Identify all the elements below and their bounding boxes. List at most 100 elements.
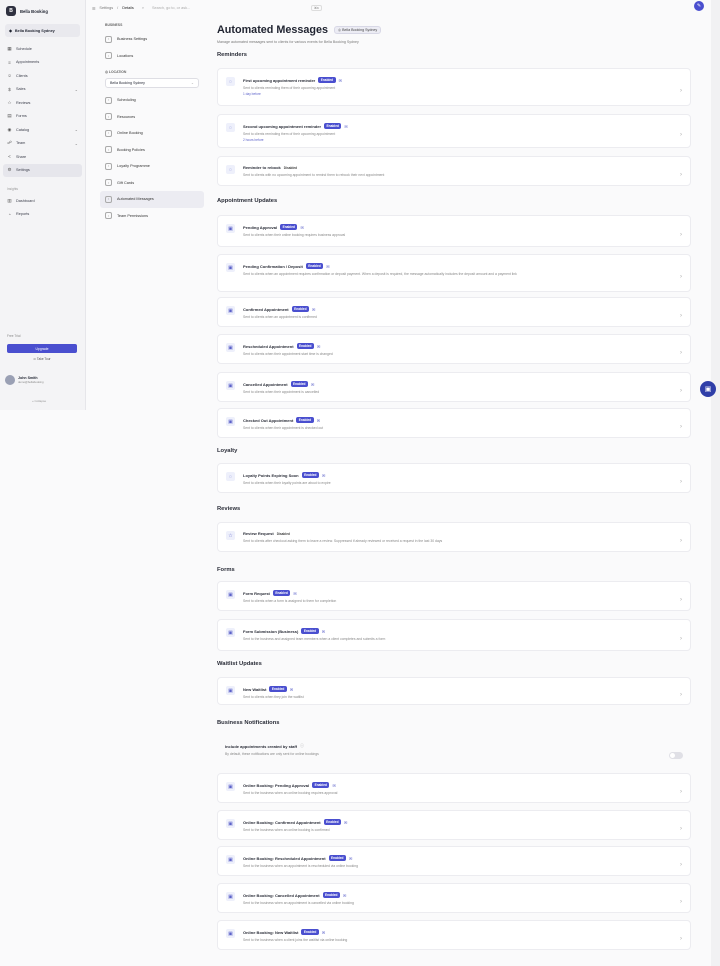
help-chat-icon[interactable]: ▣ (700, 381, 716, 397)
team-icon: ☍ (7, 140, 12, 146)
sidebar-item-label: Share (16, 154, 27, 159)
sidebar-item-share[interactable]: < Share (0, 150, 85, 164)
sidebar-item-reports[interactable]: ◔ Reports (0, 208, 85, 222)
sidebar-item-label: Team (16, 141, 26, 146)
collapse-button[interactable]: « Collapse (32, 399, 46, 403)
message-row[interactable]: ▣ Rescheduled Appointment Enabled ✉ Sent to … (217, 334, 691, 364)
collapse-label: Collapse (34, 399, 47, 403)
sidebar-toggle-icon[interactable]: ☰ (92, 6, 95, 11)
info-icon: ⓘ (300, 743, 305, 748)
chevron-right-icon: › (680, 692, 682, 698)
sidebar-item-schedule[interactable]: ▦ Schedule (0, 42, 85, 56)
subnav-item-gift-cards[interactable]: ▫ Gift Cards (100, 175, 204, 192)
email-icon: ✉ (289, 686, 294, 692)
page-title: Automated Messages ◎ Bella Booking Sydne… (217, 24, 382, 36)
message-body: Form Request Enabled ✉ Sent to clients when… (243, 590, 672, 604)
message-row[interactable]: ▣ Form Request Enabled ✉ Sent to clients whe… (217, 581, 691, 611)
chevron-down-icon: ⌄ (74, 86, 78, 92)
subnav-item-team-permissions[interactable]: ▫ Team Permissions (100, 208, 204, 225)
message-description: Sent to the business when an online book… (243, 827, 330, 832)
search-input[interactable]: Search, go to, or ask... (152, 6, 190, 10)
message-row[interactable]: ▣ Pending Confirmation / Deposit Enabled ✉ S… (217, 254, 691, 292)
subnav-item-loyalty-programme[interactable]: ▫ Loyalty Programme (100, 158, 204, 175)
chevron-right-icon: › (680, 232, 682, 238)
status-badge: Enabled (296, 417, 314, 423)
message-body: Second upcoming appointment reminder Enab… (243, 123, 672, 142)
sidebar-item-sales[interactable]: $ Sales ⌄ (0, 83, 85, 97)
status-badge: Enabled (272, 590, 291, 596)
message-row[interactable]: ▣ Confirmed Appointment Enabled ✉ Sent to cl… (217, 297, 691, 327)
subnav-item-label: Resources (117, 114, 136, 119)
sidebar-item-settings[interactable]: ⚙ Settings (3, 163, 82, 177)
location-items: ▫ Scheduling ▫ Resources ▫ Online Booking ▫ Boo… (100, 92, 204, 224)
sidebar-item-team[interactable]: ☍ Team ⌄ (0, 137, 85, 151)
message-row[interactable]: ▣ Online Booking: Rescheduled Appointment… (217, 846, 691, 876)
sidebar-item-catalog[interactable]: ◉ Catalog ⌄ (0, 123, 85, 137)
message-timing: 2 hours before (243, 138, 264, 142)
page-description: Manage automated messages sent to client… (217, 40, 359, 44)
upgrade-button[interactable]: Upgrade (7, 344, 77, 353)
chevron-right-icon: › (680, 479, 682, 485)
sidebar-item-reviews[interactable]: ☆ Reviews (0, 96, 85, 110)
calendar-icon: ▣ (226, 892, 235, 901)
sidebar-item-clients[interactable]: ☺ Clients (0, 69, 85, 83)
subnav-item-business-settings[interactable]: ▫ Business Settings (100, 31, 204, 48)
message-row[interactable]: ▣ Online Booking: Confirmed Appointment En… (217, 810, 691, 840)
message-row[interactable]: ▣ Cancelled Appointment Enabled ✉ Sent to cl… (217, 372, 691, 402)
subnav-item-icon: ▫ (105, 195, 112, 203)
subnav-item-resources[interactable]: ▫ Resources (100, 109, 204, 126)
user-email: demo@bellabooking (18, 380, 44, 384)
message-row[interactable]: ◌ Reminder to rebook Disabled Sent to clien… (217, 156, 691, 186)
status-badge: Enabled (291, 306, 310, 312)
subnav-item-locations[interactable]: ▫ Locations (100, 48, 204, 65)
subnav-item-icon: ▫ (105, 35, 112, 43)
location-select-value: Bella Booking Sydney (110, 81, 145, 85)
subnav-item-automated-messages[interactable]: ▫ Automated Messages (100, 191, 204, 208)
message-row[interactable]: ◌ Loyalty Points Expiring Soon Enabled ✉ Sen… (217, 463, 691, 493)
notification-icon[interactable]: ✎ (694, 1, 704, 11)
status-badge: Enabled (296, 343, 314, 349)
subnav-item-booking-policies[interactable]: ▫ Booking Policies (100, 142, 204, 159)
bell-icon: ◌ (226, 165, 235, 174)
message-row[interactable]: ▣ Checked Out Appointment Enabled ✉ Sent to … (217, 408, 691, 438)
location-select[interactable]: Bella Booking Sydney ⌄ (105, 78, 199, 88)
message-row[interactable]: ◌ Second upcoming appointment reminder Ena… (217, 114, 691, 148)
brand-name: Bella Booking (20, 8, 48, 14)
toggle-description: By default, these notifications are only… (225, 751, 319, 756)
message-row[interactable]: ▣ Pending Approval Enabled ✉ Sent to clients… (217, 215, 691, 247)
message-description: Sent to the business when an online book… (243, 790, 338, 795)
calendar-icon: ▣ (226, 224, 235, 233)
location-switcher[interactable]: ◆ Bella Booking Sydney (5, 24, 80, 37)
sidebar-item-appointments[interactable]: ≡ Appointments (0, 56, 85, 70)
take-tour-button[interactable]: ⊙ Take Tour (7, 357, 77, 361)
message-row[interactable]: ▣ Online Booking: Cancelled Appointment En… (217, 883, 691, 913)
message-row[interactable]: ▣ Online Booking: New Waitlist Enabled ✉ Sen… (217, 920, 691, 950)
include-staff-toggle[interactable] (669, 751, 683, 759)
chevron-right-icon: › (680, 862, 682, 868)
message-body: Online Booking: Pending Approval Enabled ✉… (243, 782, 672, 796)
subnav-item-online-booking[interactable]: ▫ Online Booking (100, 125, 204, 142)
message-title-text: Pending Confirmation / Deposit (243, 263, 303, 269)
sidebar-item-forms[interactable]: ▤ Forms (0, 110, 85, 124)
email-icon: ✉ (312, 306, 316, 312)
message-row[interactable]: ☆ Review Request Disabled Sent to clients a… (217, 522, 691, 552)
message-title-text: Online Booking: Rescheduled Appointment (243, 855, 326, 861)
user-menu[interactable]: John Smith demo@bellabooking (5, 375, 44, 385)
sidebar-item-label: Reviews (16, 100, 31, 105)
message-body: Checked Out Appointment Enabled ✉ Sent to c… (243, 417, 672, 431)
message-title-text: Rescheduled Appointment (243, 343, 294, 349)
message-title: Checked Out Appointment Enabled ✉ (243, 417, 672, 423)
brand[interactable]: B Bella Booking (0, 0, 85, 22)
subnav-item-scheduling[interactable]: ▫ Scheduling (100, 92, 204, 109)
sidebar-item-dashboard[interactable]: ▥ Dashboard (0, 194, 85, 208)
breadcrumb-settings[interactable]: Settings (99, 6, 113, 10)
location-badge: ◎ Bella Booking Sydney (334, 26, 382, 34)
message-title: Form Request Enabled ✉ (243, 590, 672, 596)
message-row[interactable]: ▣ Form Submission (Business) Enabled ✉ Sent … (217, 619, 691, 651)
message-row[interactable]: ▣ New Waitlist Enabled ✉ Sent to clients whe… (217, 677, 691, 705)
message-row[interactable]: ▣ Online Booking: Pending Approval Enabled… (217, 773, 691, 803)
chevron-right-icon: › (680, 132, 682, 138)
message-row[interactable]: ◌ First upcoming appointment reminder Enab… (217, 68, 691, 106)
sidebar-item-label: Settings (16, 168, 30, 173)
email-icon: ✉ (316, 343, 321, 349)
